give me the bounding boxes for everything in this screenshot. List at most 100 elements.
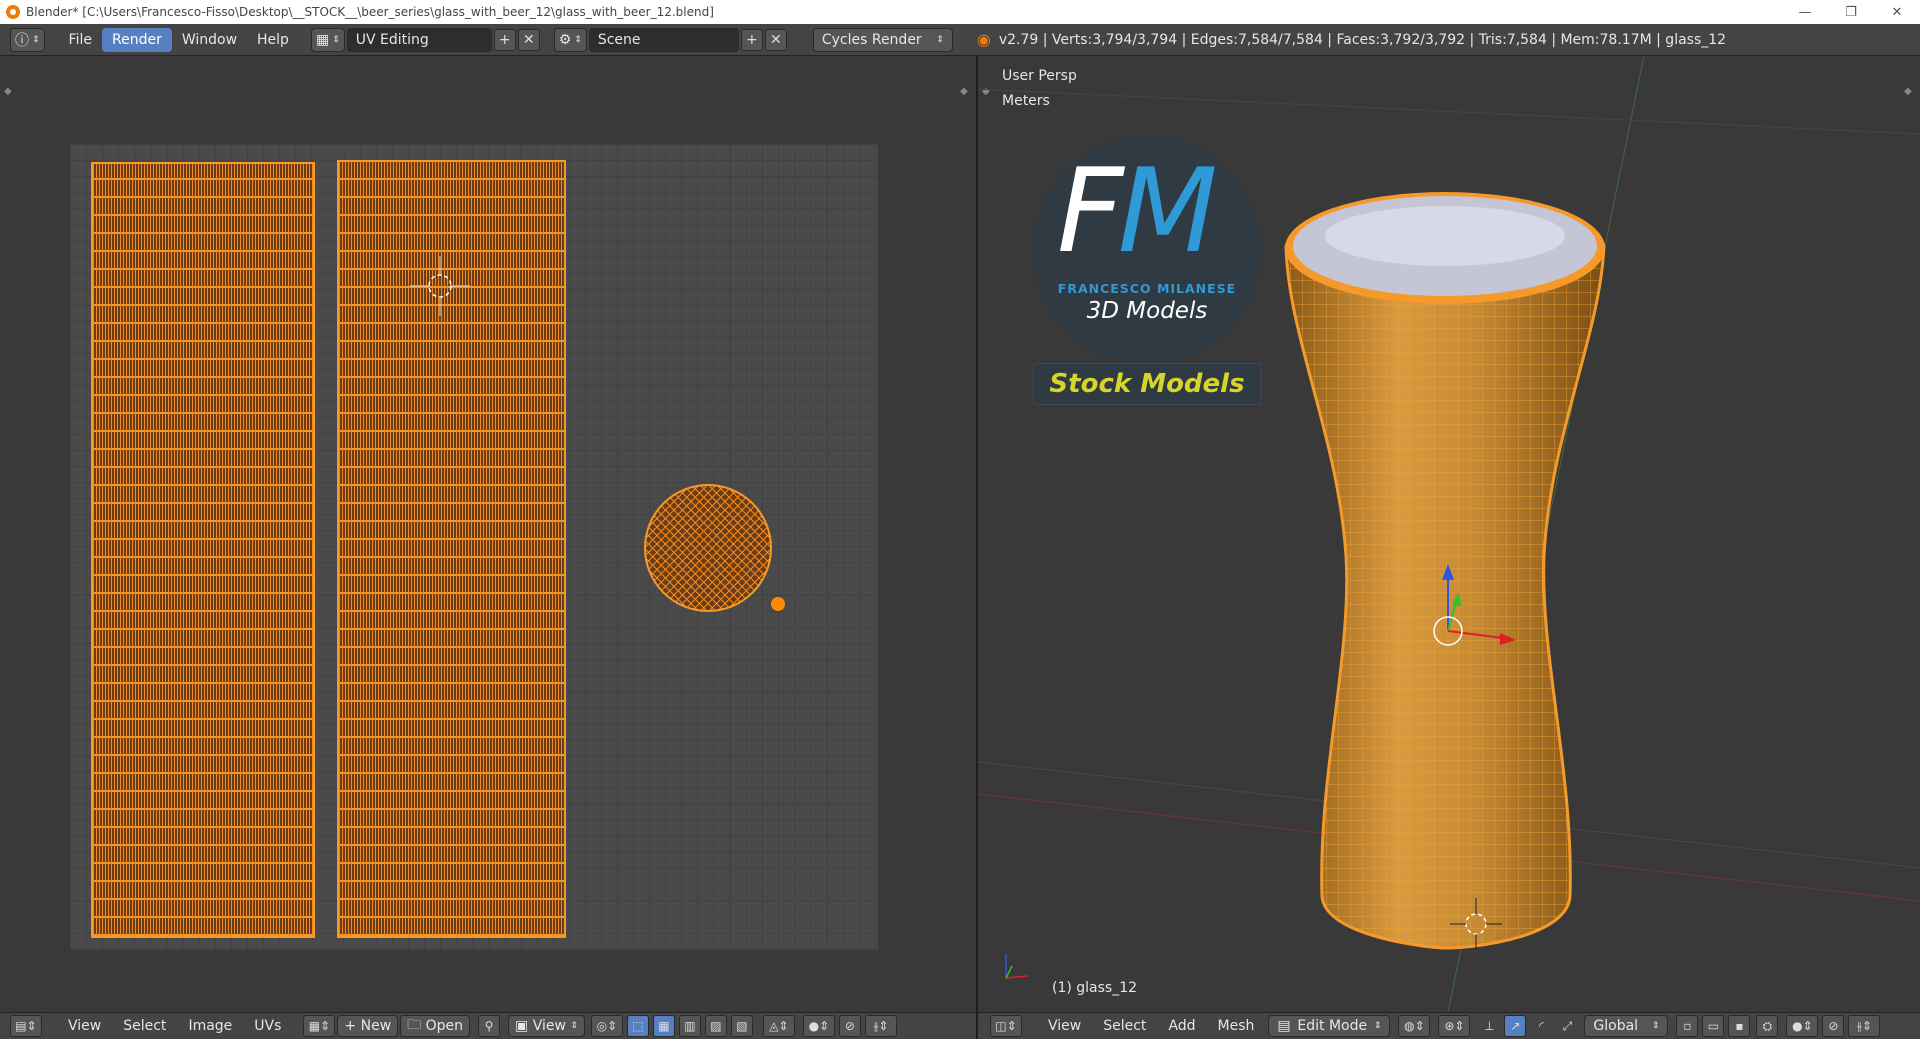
glass-model[interactable] (1278, 136, 1618, 956)
render-engine-select[interactable]: Cycles Render ⇕ (812, 27, 953, 52)
active-object-label: (1) glass_12 (1052, 980, 1138, 996)
rotate-manipulator-icon[interactable]: ◜ (1530, 1015, 1552, 1037)
pivot-point-3d-icon[interactable]: ⊛⇕ (1438, 1015, 1471, 1037)
view-mode-icon: ▣ (515, 1018, 529, 1034)
blender-version-icon: ◉ (976, 30, 991, 49)
sticky-select-icon[interactable]: ⬚ (626, 1015, 649, 1037)
area-expand-arrow-icon[interactable]: ◆ (960, 86, 968, 97)
snap-icon[interactable]: ⊘ (838, 1015, 861, 1037)
close-button[interactable]: ✕ (1874, 0, 1920, 24)
window-controls: — ❐ ✕ (1782, 0, 1920, 24)
edge-select-mode-icon[interactable]: ▭ (1702, 1015, 1725, 1037)
francesco-milanese-logo: FM FRANCESCO MILANESE 3D Models (1033, 136, 1261, 364)
render-engine-label: Cycles Render (821, 31, 922, 48)
logo-letter-f: F (1057, 144, 1124, 279)
info-header: ⓘ ⇕ File Render Window Help ▦ ⇕ UV Editing… (0, 24, 1920, 56)
viewport-shading-icon[interactable]: ◍⇕ (1398, 1015, 1431, 1037)
view-mode-select[interactable]: ▣ View ⇕ (508, 1015, 585, 1037)
translate-manipulator-icon[interactable]: ↗ (1504, 1015, 1527, 1037)
pivot-point-icon[interactable]: ◎⇕ (590, 1015, 623, 1037)
remove-scene-icon[interactable]: ✕ (764, 28, 787, 51)
3d-viewport[interactable]: ◆ ◆ User Persp Meters FM FRANCESCO MILAN… (978, 56, 1920, 1012)
blender-logo-icon (6, 5, 20, 19)
screen-layout-type-button[interactable]: ▦ ⇕ (310, 27, 345, 52)
restore-button[interactable]: ❐ (1828, 0, 1874, 24)
menu-window[interactable]: Window (172, 28, 247, 52)
chevron-updown-icon: ⇕ (332, 34, 340, 45)
window-title: Blender* [C:\Users\Francesco-Fisso\Deskt… (26, 5, 714, 19)
add-layout-icon[interactable]: + (493, 28, 516, 51)
menu-file[interactable]: File (59, 28, 102, 52)
add-scene-icon[interactable]: + (740, 28, 763, 51)
uv-pivot-dot[interactable] (771, 597, 785, 611)
pin-icon[interactable]: ⚲ (478, 1015, 501, 1037)
logo-letter-m: M (1117, 144, 1218, 279)
edge-select-icon[interactable]: ▥ (678, 1015, 701, 1037)
chevron-updown-icon: ⇕ (1373, 1021, 1382, 1031)
logo-subtitle: FRANCESCO MILANESE (1057, 281, 1237, 296)
uv-editor-header: ▤⇕ View Select Image UVs ▦⇕ + New 🗀 Open… (0, 1012, 976, 1039)
folder-icon: 🗀 (407, 1017, 422, 1033)
chevron-updown-icon: ⇕ (570, 1021, 578, 1031)
uv-island-left[interactable] (91, 162, 315, 938)
limit-selection-icon[interactable]: ⛭ (1756, 1015, 1779, 1037)
view-mode-label: View (532, 1018, 566, 1034)
uv-menu-view[interactable]: View (60, 1015, 109, 1037)
uv-menu-uvs[interactable]: UVs (246, 1015, 289, 1037)
area-expand-arrow-icon[interactable]: ◆ (4, 86, 12, 97)
minimize-button[interactable]: — (1782, 0, 1828, 24)
chevron-updown-icon: ⇕ (936, 34, 944, 45)
screen-layout-field[interactable]: UV Editing (346, 27, 492, 52)
vertex-select-mode-icon[interactable]: ▫ (1676, 1015, 1699, 1037)
remove-layout-icon[interactable]: ✕ (517, 28, 540, 51)
proportional-edit-3d-icon[interactable]: ●⇕ (1786, 1015, 1819, 1037)
vertex-select-icon[interactable]: ▦ (652, 1015, 675, 1037)
open-image-button[interactable]: 🗀 Open (400, 1015, 471, 1037)
face-select-mode-icon[interactable]: ▪ (1728, 1015, 1751, 1037)
snap-3d-icon[interactable]: ⊘ (1822, 1015, 1845, 1037)
transform-orientation-label: Global (1593, 1018, 1639, 1034)
scale-manipulator-icon[interactable]: ⤢ (1556, 1015, 1578, 1037)
manipulator-toggle-icon[interactable]: ⊥ (1478, 1015, 1500, 1037)
scene-icon: ⚙ (558, 31, 572, 48)
view3d-menu-view[interactable]: View (1040, 1015, 1089, 1037)
3d-cursor-icon (1450, 898, 1502, 950)
proportional-edit-icon[interactable]: ◬⇕ (762, 1015, 795, 1037)
menu-render[interactable]: Render (101, 27, 172, 52)
scene-statistics: v2.79 | Verts:3,794/3,794 | Edges:7,584/… (998, 31, 1727, 48)
transform-manipulator[interactable] (1378, 556, 1518, 686)
island-select-icon[interactable]: ▧ (730, 1015, 753, 1037)
layout-grid-icon: ▦ (315, 31, 330, 48)
view3d-menu-select[interactable]: Select (1095, 1015, 1154, 1037)
chevron-updown-icon: ⇕ (574, 34, 582, 45)
face-select-icon[interactable]: ▨ (704, 1015, 727, 1037)
snap-target-icon[interactable]: ⫳⇕ (864, 1015, 897, 1037)
logo-3d-models: 3D Models (1086, 298, 1208, 324)
image-browse-icon[interactable]: ▦⇕ (303, 1015, 336, 1037)
interaction-mode-select[interactable]: ▤ Edit Mode ⇕ (1268, 1015, 1391, 1037)
snap-element-3d-icon[interactable]: ⫳⇕ (1848, 1015, 1881, 1037)
2d-cursor-icon (410, 256, 470, 316)
units-label: Meters (1002, 93, 1050, 109)
uv-menu-image[interactable]: Image (180, 1015, 240, 1037)
uv-image-editor[interactable]: ◆ ◆ (0, 56, 976, 1012)
new-image-button[interactable]: + New (337, 1015, 399, 1037)
snap-element-icon[interactable]: ●⇕ (802, 1015, 835, 1037)
view3d-menu-add[interactable]: Add (1160, 1015, 1203, 1037)
view3d-menu-mesh[interactable]: Mesh (1210, 1015, 1263, 1037)
uv-island-circle[interactable] (644, 484, 772, 612)
menu-help[interactable]: Help (247, 28, 299, 52)
chevron-updown-icon: ⇕ (32, 34, 40, 45)
edit-mode-icon: ▤ (1277, 1018, 1291, 1034)
transform-orientation-select[interactable]: Global ⇕ (1584, 1015, 1669, 1037)
scene-type-button[interactable]: ⚙ ⇕ (553, 27, 587, 52)
chevron-updown-icon: ⇕ (1651, 1021, 1660, 1031)
window-title-bar: Blender* [C:\Users\Francesco-Fisso\Deskt… (0, 0, 1920, 24)
scene-field[interactable]: Scene (588, 27, 739, 52)
interaction-mode-label: Edit Mode (1297, 1018, 1368, 1034)
editor-type-info-button[interactable]: ⓘ ⇕ (10, 27, 45, 52)
uv-menu-select[interactable]: Select (115, 1015, 174, 1037)
editor-type-image-button[interactable]: ▤⇕ (10, 1015, 42, 1037)
editor-type-3d-view-button[interactable]: ◫⇕ (990, 1015, 1022, 1037)
stock-models-badge: Stock Models (1033, 363, 1261, 405)
